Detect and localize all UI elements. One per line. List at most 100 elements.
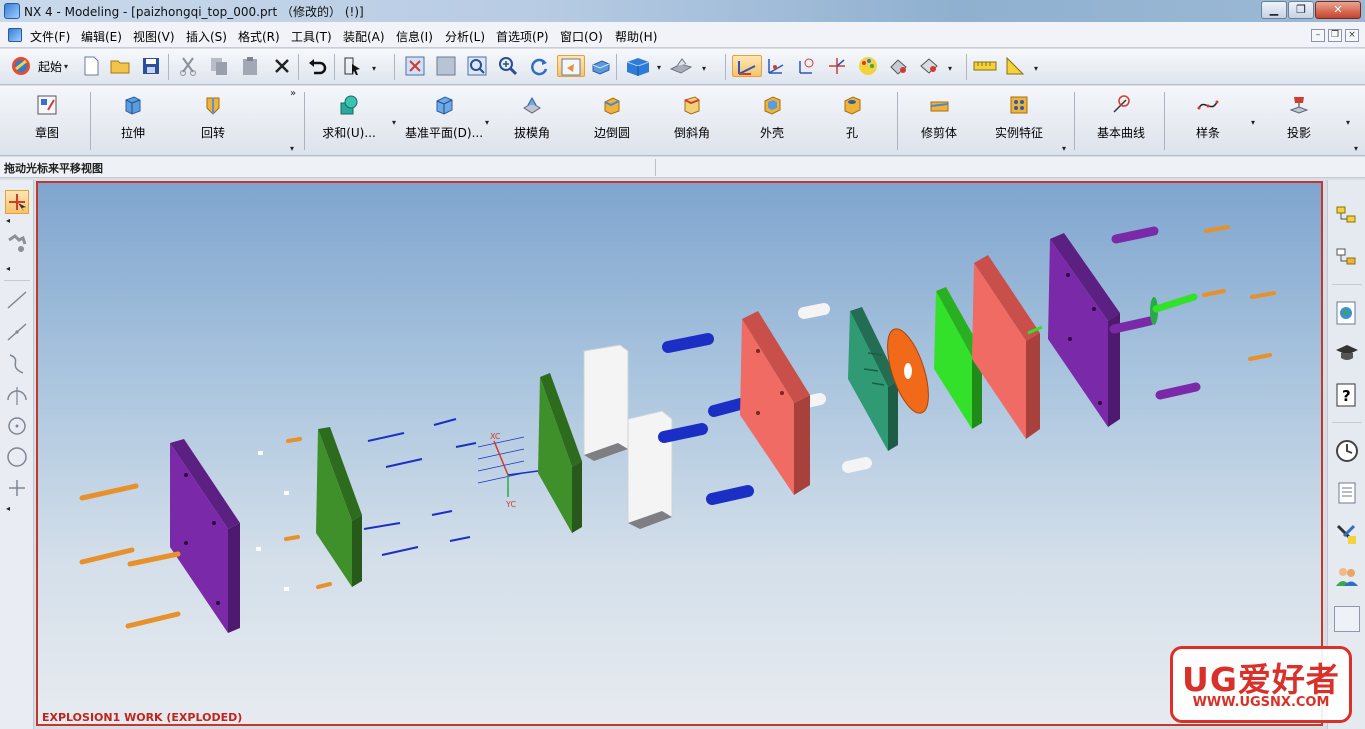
menu-preferences[interactable]: 首选项(P)	[496, 28, 549, 45]
orange-screws-right[interactable]	[1202, 225, 1276, 361]
edge-blend-button[interactable]: 边倒圆	[577, 90, 647, 150]
salmon-mold-plate-2[interactable]	[972, 255, 1043, 439]
minimize-button[interactable]: ▁	[1261, 1, 1287, 19]
document-icon[interactable]	[8, 28, 22, 42]
zoom-window-button[interactable]	[435, 55, 457, 77]
save-button[interactable]	[140, 55, 162, 77]
open-button[interactable]	[109, 55, 131, 77]
pan-button[interactable]	[557, 55, 585, 77]
document-minimize-button[interactable]: –	[1311, 29, 1325, 42]
measure-angle-button[interactable]: ▾	[1004, 55, 1044, 77]
snap-point-button[interactable]	[5, 232, 29, 256]
menu-insert[interactable]: 插入(S)	[186, 28, 227, 45]
extrude-button[interactable]: 拉伸	[98, 90, 168, 150]
teal-cavity-plate[interactable]	[848, 307, 898, 451]
wcs-button[interactable]	[732, 55, 762, 77]
sketch-button[interactable]: 章图	[12, 90, 82, 150]
chevron-down-icon[interactable]: ▾	[290, 144, 294, 153]
double-chevron-right-icon[interactable]: »	[290, 88, 296, 99]
edit-object-display-button[interactable]	[888, 55, 910, 77]
menu-format[interactable]: 格式(R)	[238, 28, 280, 45]
rotate-button[interactable]	[528, 55, 550, 77]
blue-ejector-pins[interactable]	[363, 418, 477, 556]
green-support-plate[interactable]	[316, 427, 362, 587]
wcs-orient-button[interactable]	[826, 55, 848, 77]
point-tool-button[interactable]	[5, 476, 29, 500]
purple-clamp-plate-right[interactable]	[1048, 233, 1120, 427]
chevron-down-icon[interactable]: ▾	[1346, 118, 1350, 127]
salmon-mold-plate-1[interactable]	[740, 311, 810, 495]
chevron-down-icon[interactable]: ▾	[392, 118, 396, 127]
menu-information[interactable]: 信息(I)	[396, 28, 433, 45]
new-button[interactable]	[80, 55, 102, 77]
render-style-button[interactable]: ▾	[625, 55, 665, 77]
show-hide-button[interactable]: ▾	[918, 55, 958, 77]
menu-tools[interactable]: 工具(T)	[291, 28, 332, 45]
small-white-parts[interactable]	[256, 451, 289, 591]
draft-button[interactable]: 拔模角	[497, 90, 567, 150]
reuse-library-tab[interactable]	[1334, 480, 1360, 506]
revolve-button[interactable]: 回转	[178, 90, 248, 150]
start-button[interactable]: 起始 ▾	[10, 55, 70, 77]
zoom-button[interactable]	[466, 55, 488, 77]
chevron-left-icon[interactable]: ◂	[6, 264, 10, 273]
graphics-window[interactable]: XC YC EXPLOSION1 WORK (EXPLODED)	[36, 181, 1323, 726]
cut-button[interactable]	[177, 55, 199, 77]
green-spacer-plate[interactable]	[538, 373, 582, 533]
maximize-button[interactable]: ❐	[1288, 1, 1314, 19]
instance-feature-button[interactable]: 实例特征	[984, 90, 1054, 150]
assembly-navigator-tab[interactable]	[1334, 204, 1360, 230]
hole-button[interactable]: 孔	[817, 90, 887, 150]
roles-tab[interactable]	[1334, 564, 1360, 590]
training-tab[interactable]	[1334, 340, 1360, 366]
blank-tab[interactable]	[1334, 606, 1360, 632]
system-materials-tab[interactable]	[1334, 522, 1360, 548]
chevron-down-icon[interactable]: ▾	[485, 118, 489, 127]
measure-distance-button[interactable]	[972, 55, 998, 77]
document-close-button[interactable]: ×	[1345, 29, 1359, 42]
chevron-left-icon[interactable]: ◂	[6, 216, 10, 225]
shell-button[interactable]: 外壳	[737, 90, 807, 150]
curve-tool-button[interactable]	[5, 352, 29, 376]
delete-button[interactable]	[271, 55, 293, 77]
orient-view-button[interactable]	[590, 55, 612, 77]
trim-body-button[interactable]: 修剪体	[904, 90, 974, 150]
part-navigator-tab[interactable]	[1334, 246, 1360, 272]
wcs-rotate-button[interactable]	[795, 55, 817, 77]
chevron-down-icon[interactable]: ▾	[1251, 118, 1255, 127]
undo-button[interactable]	[306, 55, 328, 77]
green-sprue-bushing[interactable]	[1150, 293, 1198, 325]
exploded-assembly-view[interactable]: XC YC	[38, 183, 1321, 724]
wcs-origin-button[interactable]	[764, 55, 786, 77]
menu-assemblies[interactable]: 装配(A)	[343, 28, 385, 45]
circle-center-tool-button[interactable]	[5, 414, 29, 438]
menu-view[interactable]: 视图(V)	[133, 28, 175, 45]
blue-guide-pins[interactable]	[658, 333, 754, 505]
palette-button[interactable]	[857, 55, 879, 77]
help-tab[interactable]: ?	[1334, 382, 1360, 408]
arc-tool-button[interactable]	[5, 384, 29, 408]
history-tab[interactable]	[1334, 438, 1360, 464]
purple-clamp-plate-left[interactable]	[170, 439, 240, 633]
web-browser-tab[interactable]	[1334, 300, 1360, 326]
spline-button[interactable]: 样条	[1173, 90, 1243, 150]
selection-filter-button[interactable]: ▾	[342, 55, 382, 77]
line-point-tool-button[interactable]	[5, 320, 29, 344]
chamfer-button[interactable]: 倒斜角	[657, 90, 727, 150]
circle-tool-button[interactable]	[5, 445, 29, 469]
menu-help[interactable]: 帮助(H)	[615, 28, 657, 45]
chevron-down-icon[interactable]: ▾	[1354, 144, 1358, 153]
copy-button[interactable]	[208, 55, 230, 77]
unite-button[interactable]: 求和(U)...	[314, 90, 384, 150]
menu-window[interactable]: 窗口(O)	[560, 28, 603, 45]
select-tool-button[interactable]	[5, 190, 29, 214]
close-button[interactable]: ✕	[1315, 1, 1361, 19]
zoom-in-out-button[interactable]	[497, 55, 519, 77]
menu-edit[interactable]: 编辑(E)	[81, 28, 122, 45]
line-tool-button[interactable]	[5, 288, 29, 312]
chevron-left-icon[interactable]: ◂	[6, 504, 10, 513]
view-triad-button[interactable]: ▾	[668, 55, 712, 77]
chevron-down-icon[interactable]: ▾	[1062, 144, 1066, 153]
fit-button[interactable]	[404, 55, 426, 77]
document-restore-button[interactable]: ❐	[1328, 29, 1342, 42]
